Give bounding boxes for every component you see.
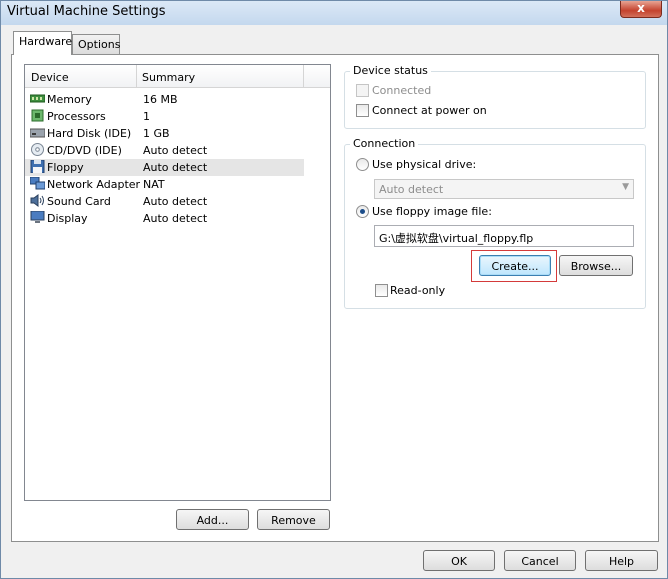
device-row-cd-dvd[interactable]: CD/DVD (IDE) Auto detect: [25, 142, 304, 159]
device-name: Memory: [47, 93, 92, 106]
device-summary: NAT: [143, 178, 165, 191]
tab-options[interactable]: Options: [72, 34, 120, 54]
tab-hardware[interactable]: Hardware: [13, 31, 72, 55]
device-status-group: Device status: [344, 64, 646, 129]
physical-drive-select[interactable]: Auto detect ▼: [374, 179, 634, 199]
physical-drive-value: Auto detect: [379, 183, 444, 196]
device-name: Sound Card: [47, 195, 111, 208]
close-icon: x: [637, 1, 645, 15]
browse-button[interactable]: Browse...: [559, 255, 633, 276]
chevron-down-icon: ▼: [622, 182, 629, 192]
use-physical-drive-label: Use physical drive:: [372, 158, 477, 171]
hard-disk-icon: [30, 128, 45, 138]
device-summary: Auto detect: [143, 195, 208, 208]
ok-button[interactable]: OK: [423, 550, 495, 571]
help-button[interactable]: Help: [585, 550, 658, 571]
device-summary: 1 GB: [143, 127, 170, 140]
connection-legend: Connection: [350, 137, 419, 150]
create-button[interactable]: Create...: [479, 255, 551, 276]
connected-label: Connected: [372, 84, 432, 97]
column-separator[interactable]: [136, 65, 137, 88]
image-path-field[interactable]: G:\虚拟软盘\virtual_floppy.flp: [374, 225, 634, 247]
device-summary: 16 MB: [143, 93, 178, 106]
device-row-sound-card[interactable]: Sound Card Auto detect: [25, 193, 304, 210]
device-list[interactable]: Device Summary Memory 16 MB Processors 1…: [24, 64, 331, 501]
device-name: Network Adapter: [47, 178, 141, 191]
device-name: CD/DVD (IDE): [47, 144, 122, 157]
close-button[interactable]: x: [620, 1, 662, 18]
device-row-display[interactable]: Display Auto detect: [25, 210, 304, 227]
use-physical-drive-radio[interactable]: [356, 158, 369, 171]
device-name: Processors: [47, 110, 106, 123]
remove-device-button[interactable]: Remove: [257, 509, 330, 530]
title-bar[interactable]: Virtual Machine Settings x: [1, 1, 667, 25]
device-name: Hard Disk (IDE): [47, 127, 132, 140]
use-image-file-radio[interactable]: [356, 205, 369, 218]
cd-dvd-icon: [31, 143, 44, 156]
device-row-hard-disk[interactable]: Hard Disk (IDE) 1 GB: [25, 125, 304, 142]
device-name: Display: [47, 212, 88, 225]
connect-at-power-on-label: Connect at power on: [372, 104, 487, 117]
use-image-file-label: Use floppy image file:: [372, 205, 492, 218]
window-title: Virtual Machine Settings: [7, 4, 166, 19]
column-header-summary[interactable]: Summary: [142, 71, 195, 84]
device-row-floppy[interactable]: Floppy Auto detect: [25, 159, 304, 176]
read-only-checkbox[interactable]: [375, 284, 388, 297]
device-summary: Auto detect: [143, 212, 208, 225]
cancel-button[interactable]: Cancel: [504, 550, 576, 571]
network-adapter-icon: [30, 177, 45, 190]
column-separator[interactable]: [303, 65, 304, 88]
device-summary: 1: [143, 110, 150, 123]
device-row-processors[interactable]: Processors 1: [25, 108, 304, 125]
add-device-button[interactable]: Add...: [176, 509, 249, 530]
connect-at-power-on-checkbox[interactable]: [356, 104, 369, 117]
memory-icon: [30, 94, 45, 103]
read-only-label: Read-only: [390, 284, 446, 297]
device-list-header: Device Summary: [25, 65, 330, 88]
device-status-legend: Device status: [350, 64, 431, 77]
column-header-device[interactable]: Device: [31, 71, 69, 84]
device-summary: Auto detect: [143, 161, 208, 174]
device-row-network-adapter[interactable]: Network Adapter NAT: [25, 176, 304, 193]
image-path-value: G:\虚拟软盘\virtual_floppy.flp: [379, 232, 534, 245]
device-name: Floppy: [47, 161, 84, 174]
connected-checkbox[interactable]: [356, 84, 369, 97]
device-row-memory[interactable]: Memory 16 MB: [25, 91, 304, 108]
device-summary: Auto detect: [143, 144, 208, 157]
radio-selected-dot: [360, 209, 365, 214]
floppy-icon: [30, 160, 45, 173]
settings-window: Virtual Machine Settings x Hardware Opti…: [0, 0, 668, 579]
sound-card-icon: [30, 194, 44, 207]
processor-icon: [31, 109, 44, 122]
display-icon: [30, 211, 45, 223]
